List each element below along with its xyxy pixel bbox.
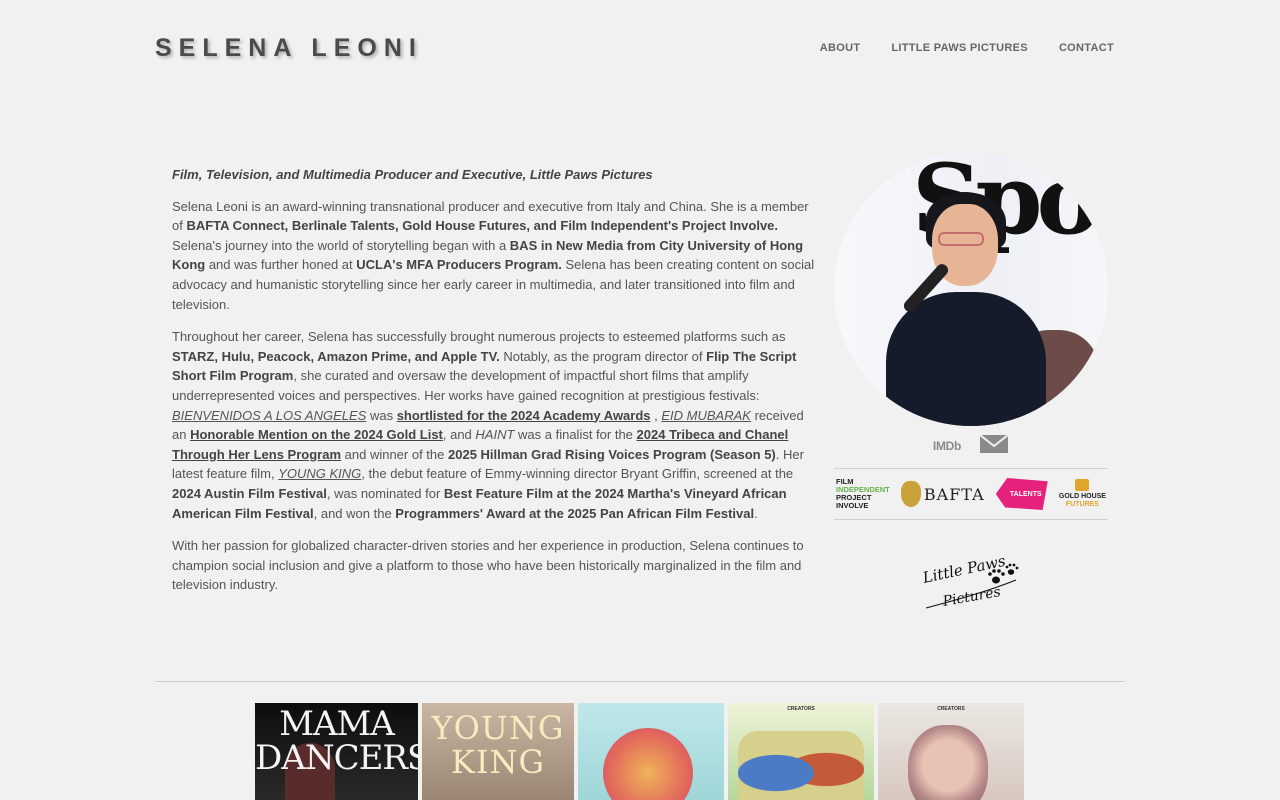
film-title-link[interactable]: EID MUBARAK	[661, 408, 751, 423]
text: was	[366, 407, 397, 423]
bio-content: Film, Television, and Multimedia Produce…	[172, 165, 820, 608]
nav-contact[interactable]: CONTACT	[1059, 42, 1114, 54]
little-paws-pictures-logo[interactable]: Little Paws Pictures	[916, 540, 1026, 620]
degree-mfa: UCLA's MFA Producers Program.	[356, 257, 562, 273]
poster-title: YOUNG KING	[431, 709, 565, 781]
austin-film-festival: 2024 Austin Film Festival	[172, 485, 327, 501]
text: , the debut feature of Emmy-winning dire…	[361, 466, 794, 482]
pan-african-award: Programmers' Award at the 2025 Pan Afric…	[395, 505, 755, 521]
poster-title: MAMA DANCERS	[255, 704, 418, 778]
poster-young-king[interactable]: YOUNG KING	[422, 703, 574, 800]
affiliation-logos: FILM INDEPENDENT PROJECT INVOLVE BAFTA T…	[834, 468, 1108, 520]
envelope-icon[interactable]	[979, 433, 1009, 459]
gold-list-link[interactable]: Honorable Mention on the 2024 Gold List	[190, 427, 443, 442]
memberships: BAFTA Connect, Berlinale Talents, Gold H…	[186, 218, 779, 234]
film-independent-logo: FILM INDEPENDENT PROJECT INVOLVE	[836, 477, 890, 510]
text: Throughout her career, Selena has succes…	[172, 329, 786, 345]
academy-awards-link[interactable]: shortlisted for the 2024 Academy Awards	[397, 408, 651, 423]
section-divider	[155, 681, 1125, 682]
platforms: STARZ, Hulu, Peacock, Amazon Prime, and …	[172, 348, 500, 364]
imdb-icon[interactable]: IMDb	[933, 439, 961, 453]
text: , and won the	[313, 505, 396, 521]
film-title: HAINT	[475, 427, 515, 443]
text: Notably, as the program director of	[499, 348, 707, 364]
berlinale-talents-logo: TALENTS	[995, 478, 1048, 510]
sidebar: Spot IMDb FILM INDEPENDENT PROJECT INVOL…	[834, 152, 1108, 620]
bio-paragraph-1: Selena Leoni is an award-winning transna…	[172, 197, 820, 315]
film-posters: MAMA DANCERS YOUNG KING CREATORS CREATOR…	[255, 703, 1024, 800]
poster-3[interactable]	[578, 703, 724, 800]
role-title: Film, Television, and Multimedia Produce…	[172, 167, 653, 182]
portrait-photo: Spot	[834, 152, 1108, 426]
text: Selena's journey into the world of story…	[172, 237, 510, 253]
poster-credit: CREATORS	[937, 706, 965, 712]
bafta-logo: BAFTA	[900, 481, 985, 507]
bafta-mask-icon	[900, 481, 921, 507]
film-title-link[interactable]: BIENVENIDOS A LOS ANGELES	[172, 408, 366, 423]
nav-about[interactable]: ABOUT	[820, 42, 861, 54]
gold-house-futures-logo: GOLD HOUSE FUTURES	[1059, 479, 1106, 509]
main-nav: ABOUT LITTLE PAWS PICTURES CONTACT	[820, 42, 1114, 54]
social-links: IMDb	[834, 430, 1108, 462]
poster-mama-dancers[interactable]: MAMA DANCERS	[255, 703, 418, 800]
nav-little-paws-pictures[interactable]: LITTLE PAWS PICTURES	[891, 42, 1028, 54]
text: , was nominated for	[326, 485, 444, 501]
hillman-grad: 2025 Hillman Grad Rising Voices Program …	[448, 446, 776, 462]
text: and was further honed at	[205, 257, 357, 273]
text: .	[754, 505, 758, 521]
text: ,	[650, 407, 662, 423]
film-title-link[interactable]: YOUNG KING	[278, 466, 361, 481]
site-title[interactable]: SELENA LEONI	[155, 34, 423, 63]
text: was a finalist for the	[514, 427, 637, 443]
text: and winner of the	[341, 446, 448, 462]
bio-paragraph-2: Throughout her career, Selena has succes…	[172, 327, 820, 523]
text: , and	[442, 427, 476, 443]
poster-4[interactable]: CREATORS	[728, 703, 874, 800]
poster-5[interactable]: CREATORS	[878, 703, 1024, 800]
poster-credit: CREATORS	[787, 706, 815, 712]
bio-paragraph-3: With her passion for globalized characte…	[172, 538, 804, 593]
